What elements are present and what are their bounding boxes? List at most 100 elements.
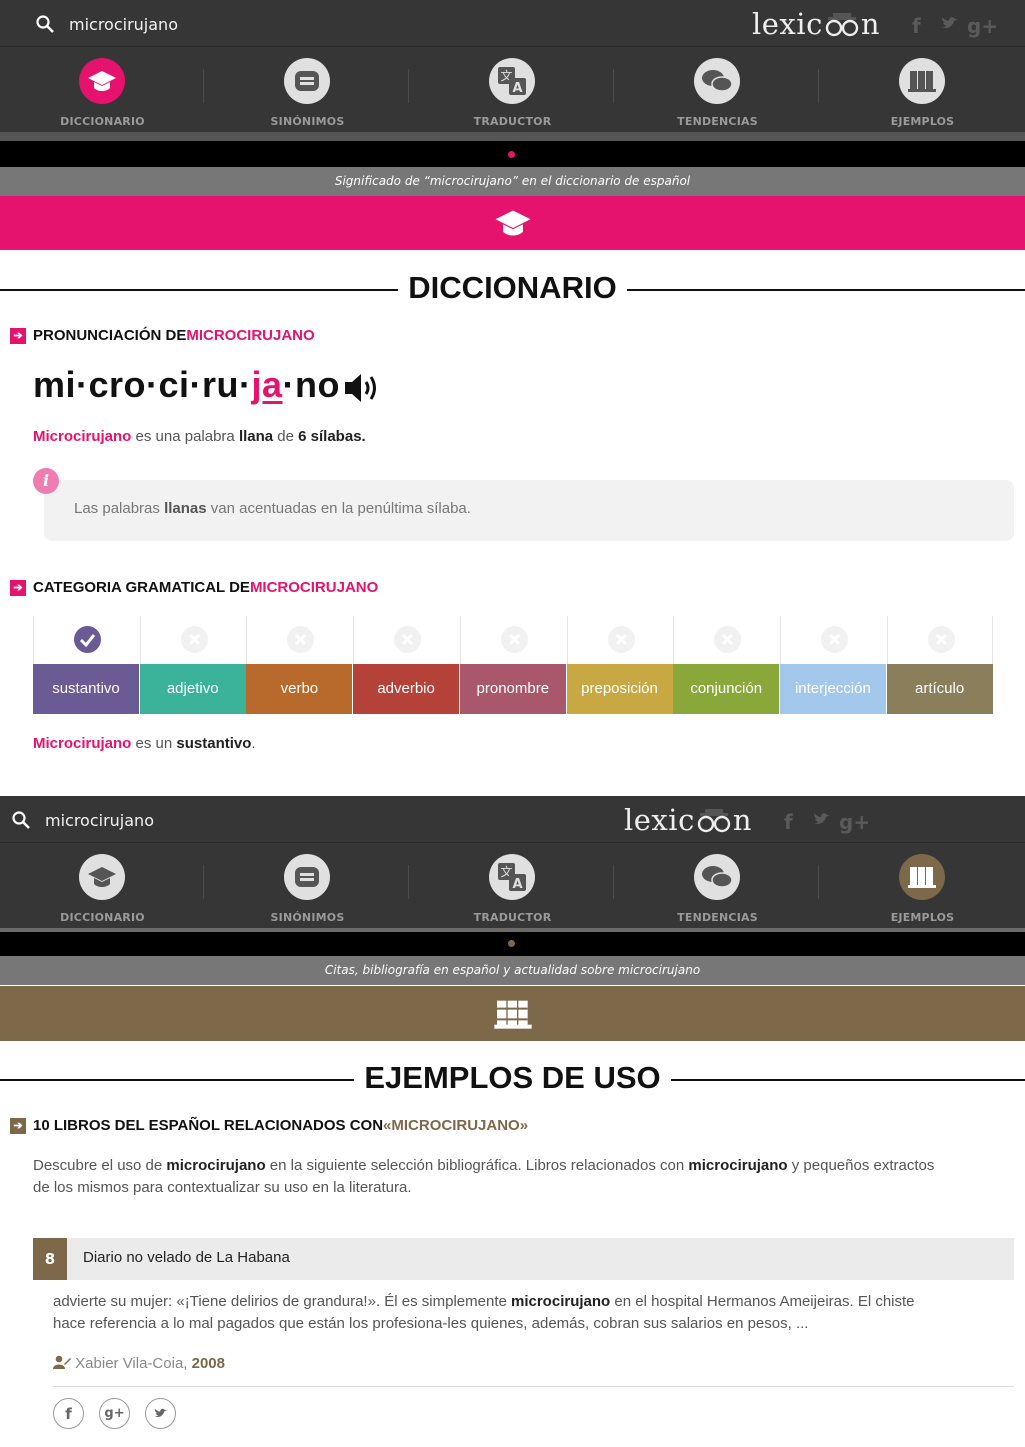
- synonyms-icon: [284, 58, 330, 104]
- speaker-icon[interactable]: [343, 371, 383, 405]
- twitter-icon[interactable]: [812, 810, 832, 834]
- category-6[interactable]: conjunción: [673, 616, 780, 714]
- translate-icon: 文A: [489, 854, 535, 900]
- syllable-sentence: Microcirujano es una palabra llana de 6 …: [33, 428, 366, 445]
- cross-icon: [287, 626, 315, 653]
- category-label: adjetivo: [139, 664, 246, 714]
- nav-ejemplos[interactable]: EJEMPLOS: [820, 843, 1025, 929]
- search-icon[interactable]: [11, 810, 31, 830]
- nav-tendencias[interactable]: TENDENCIAS: [615, 843, 820, 929]
- book-number: 8: [33, 1238, 67, 1280]
- share-twitter-icon[interactable]: [145, 1398, 176, 1429]
- category-sentence: Microcirujano es un sustantivo.: [33, 735, 256, 752]
- facebook-icon[interactable]: f: [784, 810, 793, 834]
- nav-diccionario[interactable]: DICCIONARIO: [0, 47, 205, 133]
- category-label: adverbio: [353, 664, 460, 714]
- nav-tendencias[interactable]: TENDENCIAS: [615, 47, 820, 133]
- owl-icon: [695, 803, 733, 837]
- book-card-header[interactable]: 8 Diario no velado de La Habana: [33, 1238, 1014, 1280]
- search-icon[interactable]: [35, 14, 55, 34]
- active-indicator-dot: [508, 940, 515, 947]
- category-7[interactable]: interjección: [779, 616, 886, 714]
- owl-icon: [823, 7, 861, 41]
- cross-icon: [607, 626, 635, 653]
- cross-icon: [394, 626, 422, 653]
- facebook-icon[interactable]: f: [912, 14, 921, 38]
- category-label: verbo: [246, 664, 353, 714]
- category-label: conjunción: [673, 664, 780, 714]
- cross-icon: [500, 626, 528, 653]
- examples-band: [0, 986, 1025, 1041]
- chat-bubbles-icon: [694, 58, 740, 104]
- nav-traductor[interactable]: 文A TRADUCTOR: [410, 47, 615, 133]
- books-heading: ➔ 10 LIBROS DEL ESPAÑOL RELACIONADOS CON…: [10, 1117, 528, 1134]
- books-intro: Descubre el uso de microcirujano en la s…: [33, 1157, 935, 1196]
- category-label: sustantivo: [33, 664, 139, 714]
- twitter-icon[interactable]: [940, 14, 960, 38]
- gplus-icon[interactable]: g+: [839, 810, 870, 834]
- grammar-categories: sustantivo adjetivo verbo adverbio pronombre…: [33, 616, 993, 714]
- active-indicator-dot: [508, 151, 515, 158]
- svg-text:A: A: [512, 81, 522, 96]
- logo[interactable]: lexic n: [752, 7, 880, 41]
- category-8[interactable]: artículo: [886, 616, 993, 714]
- cross-icon: [820, 626, 848, 653]
- share-facebook-icon[interactable]: f: [53, 1398, 84, 1429]
- main-nav: DICCIONARIO SINÓNIMOS 文A TRADUCTOR TENDE…: [0, 46, 1025, 132]
- books-icon: [899, 58, 945, 104]
- category-label: interjección: [779, 664, 886, 714]
- gplus-icon[interactable]: g+: [967, 14, 998, 38]
- info-icon: i: [33, 468, 59, 494]
- book-excerpt: advierte su mujer: «¡Tiene delirios de g…: [53, 1293, 915, 1332]
- synonyms-icon: [284, 854, 330, 900]
- cross-icon: [927, 626, 955, 653]
- category-label: pronombre: [459, 664, 566, 714]
- author-icon: [53, 1355, 71, 1369]
- svg-text:A: A: [512, 877, 522, 892]
- arrow-icon: ➔: [10, 327, 26, 344]
- category-label: artículo: [886, 664, 993, 714]
- cross-icon: [180, 626, 208, 653]
- category-heading: ➔ CATEGORIA GRAMATICAL DE MICROCIRUJANO: [10, 579, 378, 596]
- nav-sinonimos[interactable]: SINÓNIMOS: [205, 843, 410, 929]
- book-title[interactable]: Diario no velado de La Habana: [83, 1249, 290, 1266]
- dictionary-band: [0, 196, 1025, 250]
- books-icon: [899, 854, 945, 900]
- pronunciation-heading: ➔ PRONUNCIACIÓN DE MICROCIRUJANO: [10, 327, 315, 344]
- section-title-diccionario: DICCIONARIO: [0, 270, 1025, 310]
- category-2[interactable]: verbo: [246, 616, 353, 714]
- category-4[interactable]: pronombre: [459, 616, 566, 714]
- share-gplus-icon[interactable]: g+: [99, 1398, 130, 1429]
- arrow-icon: ➔: [10, 579, 26, 596]
- nav-sinonimos[interactable]: SINÓNIMOS: [205, 47, 410, 133]
- section-title-ejemplos: EJEMPLOS DE USO: [0, 1060, 1025, 1100]
- main-nav-sticky: DICCIONARIO SINÓNIMOS 文A TRADUCTOR TENDE…: [0, 842, 1025, 928]
- nav-ejemplos[interactable]: EJEMPLOS: [820, 47, 1025, 133]
- chat-bubbles-icon: [694, 854, 740, 900]
- book-author: Xabier Vila-Coia, 2008: [53, 1355, 225, 1372]
- category-label: preposición: [566, 664, 673, 714]
- examples-subtitle: Citas, bibliografía en español y actuali…: [0, 956, 1025, 985]
- cross-icon: [714, 626, 742, 653]
- search-input[interactable]: microcirujano: [45, 811, 154, 830]
- info-box: Las palabras llanas van acentuadas en la…: [44, 480, 1014, 541]
- category-5[interactable]: preposición: [566, 616, 673, 714]
- syllabification: mi·cro·ci·ru·ja·no: [33, 364, 341, 405]
- graduation-cap-icon: [495, 210, 530, 236]
- category-0[interactable]: sustantivo: [33, 616, 139, 714]
- arrow-icon: ➔: [10, 1117, 26, 1134]
- dictionary-subtitle: Significado de “microcirujano” en el dic…: [0, 167, 1025, 196]
- nav-diccionario[interactable]: DICCIONARIO: [0, 843, 205, 929]
- category-1[interactable]: adjetivo: [139, 616, 246, 714]
- check-icon: [74, 626, 101, 653]
- top-bar-sticky: microcirujano lexic n f g+: [0, 796, 1025, 842]
- books-icon: [493, 1000, 532, 1029]
- nav-traductor[interactable]: 文A TRADUCTOR: [410, 843, 615, 929]
- search-input[interactable]: microcirujano: [69, 15, 178, 34]
- graduation-cap-icon: [79, 58, 125, 104]
- translate-icon: 文A: [489, 58, 535, 104]
- graduation-cap-icon: [79, 854, 125, 900]
- category-3[interactable]: adverbio: [353, 616, 460, 714]
- top-bar: microcirujano lexic n f g+: [0, 0, 1025, 46]
- logo[interactable]: lexic n: [624, 803, 752, 837]
